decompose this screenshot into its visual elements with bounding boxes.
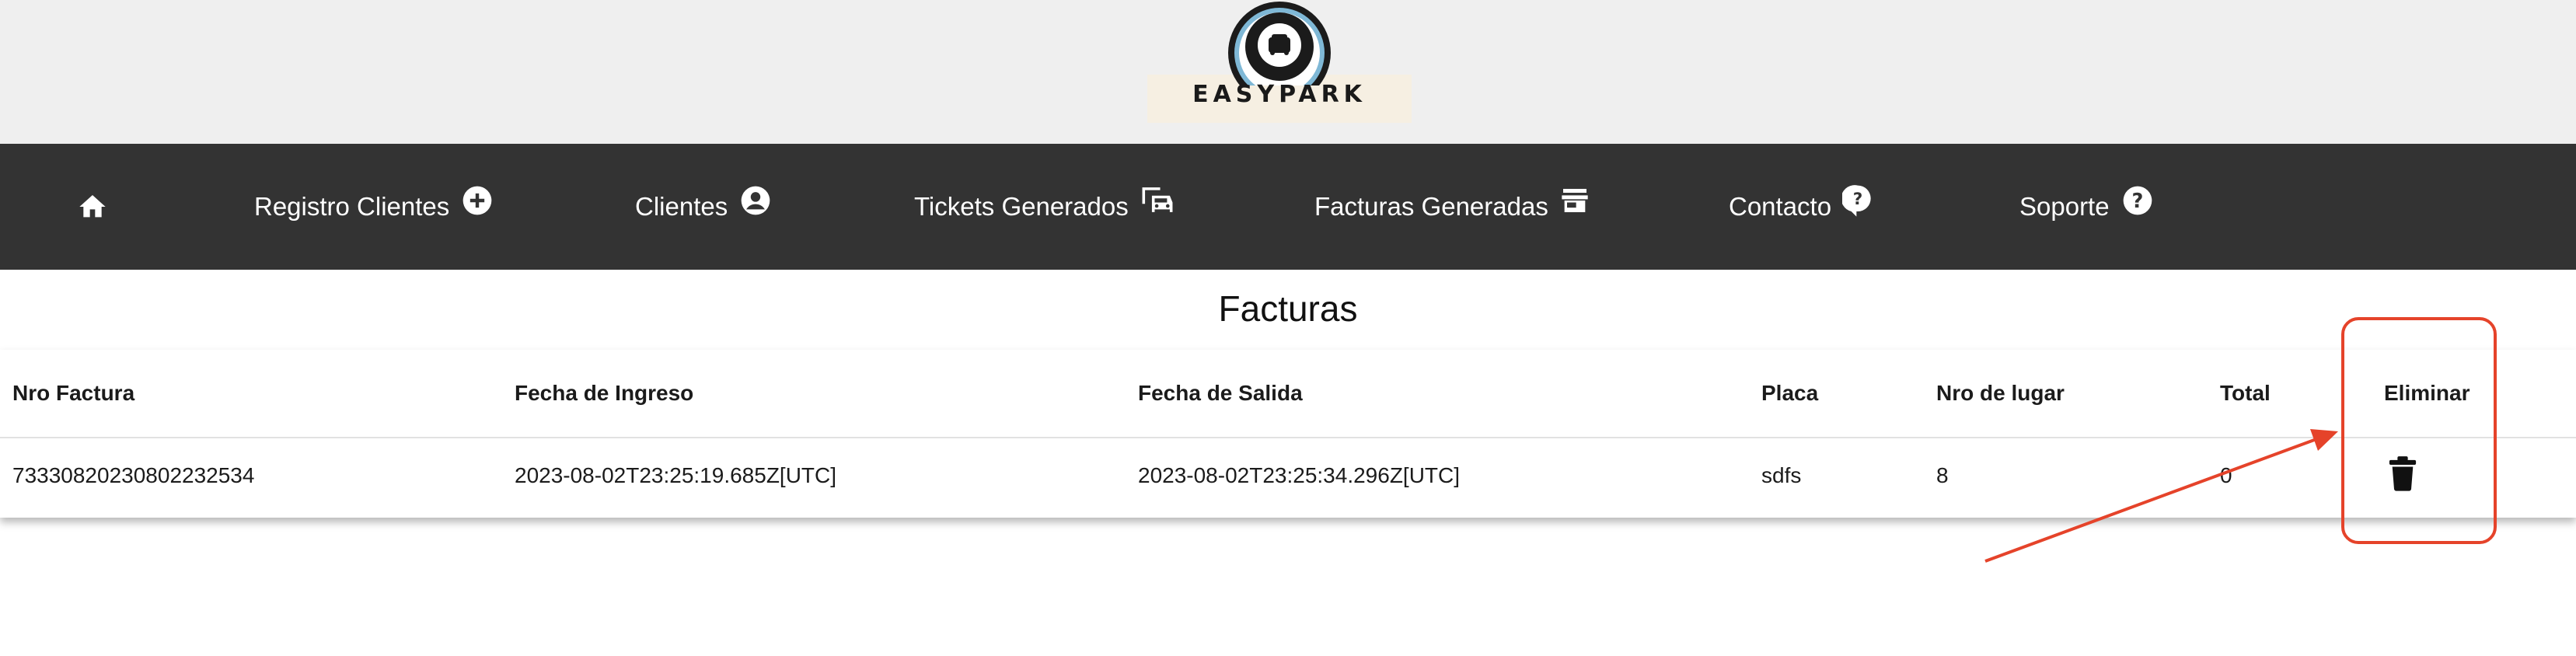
nav-label: Registro Clientes: [254, 192, 450, 221]
nav-label: Contacto: [1729, 192, 1832, 221]
nav-label: Soporte: [2019, 192, 2110, 221]
column-header-placa: Placa: [1761, 381, 1819, 405]
store-icon: [1562, 189, 1588, 212]
nav-label: Clientes: [635, 192, 728, 221]
cell-total: 0: [2220, 463, 2232, 487]
page-title: Facturas: [1218, 288, 1358, 329]
nav-soporte[interactable]: Soporte ?: [2019, 144, 2155, 270]
location-pin-icon: [1228, 2, 1331, 85]
nav-clientes[interactable]: Clientes: [635, 144, 773, 270]
column-header-total: Total: [2220, 381, 2271, 405]
column-header-fecha-salida: Fecha de Salida: [1138, 381, 1303, 405]
cell-placa: sdfs: [1761, 463, 1802, 487]
vehicles-icon: [1142, 187, 1173, 212]
facturas-table: Nro Factura Fecha de Ingreso Fecha de Sa…: [0, 350, 2576, 518]
help-chat-icon: ?: [1842, 185, 1871, 217]
nav-tickets-generados[interactable]: Tickets Generados: [914, 144, 1175, 270]
cell-fecha-ingreso: 2023-08-02T23:25:19.685Z[UTC]: [515, 463, 837, 487]
nav-contacto[interactable]: Contacto ?: [1729, 144, 1873, 270]
nav-label: Tickets Generados: [914, 192, 1129, 221]
cell-fecha-salida: 2023-08-02T23:25:34.296Z[UTC]: [1138, 463, 1461, 487]
svg-text:?: ?: [2131, 190, 2143, 213]
table-header: Nro Factura Fecha de Ingreso Fecha de Sa…: [0, 350, 2576, 438]
brand-logo[interactable]: EASYPARK: [1147, 0, 1412, 126]
brand-name: EASYPARK: [1192, 81, 1367, 108]
annotation-highlight-box: [2341, 317, 2497, 544]
home-icon: [79, 195, 106, 218]
svg-text:?: ?: [1853, 190, 1863, 209]
nav-home[interactable]: [76, 144, 109, 270]
column-header-nro-factura: Nro Factura: [12, 381, 135, 405]
nav-label: Facturas Generadas: [1314, 192, 1548, 221]
cell-nro-factura: 73330820230802232534: [12, 463, 255, 487]
account-circle-icon: [741, 186, 770, 215]
add-circle-icon: [462, 186, 492, 215]
main-navbar: Registro Clientes Clientes Tickets Gener…: [0, 144, 2576, 270]
column-header-nro-lugar: Nro de lugar: [1936, 381, 2065, 405]
column-header-fecha-ingreso: Fecha de Ingreso: [515, 381, 694, 405]
nav-registro-clientes[interactable]: Registro Clientes: [254, 144, 494, 270]
cell-nro-lugar: 8: [1936, 463, 1949, 487]
nav-facturas-generadas[interactable]: Facturas Generadas: [1314, 144, 1590, 270]
help-circle-icon: ?: [2123, 186, 2152, 215]
